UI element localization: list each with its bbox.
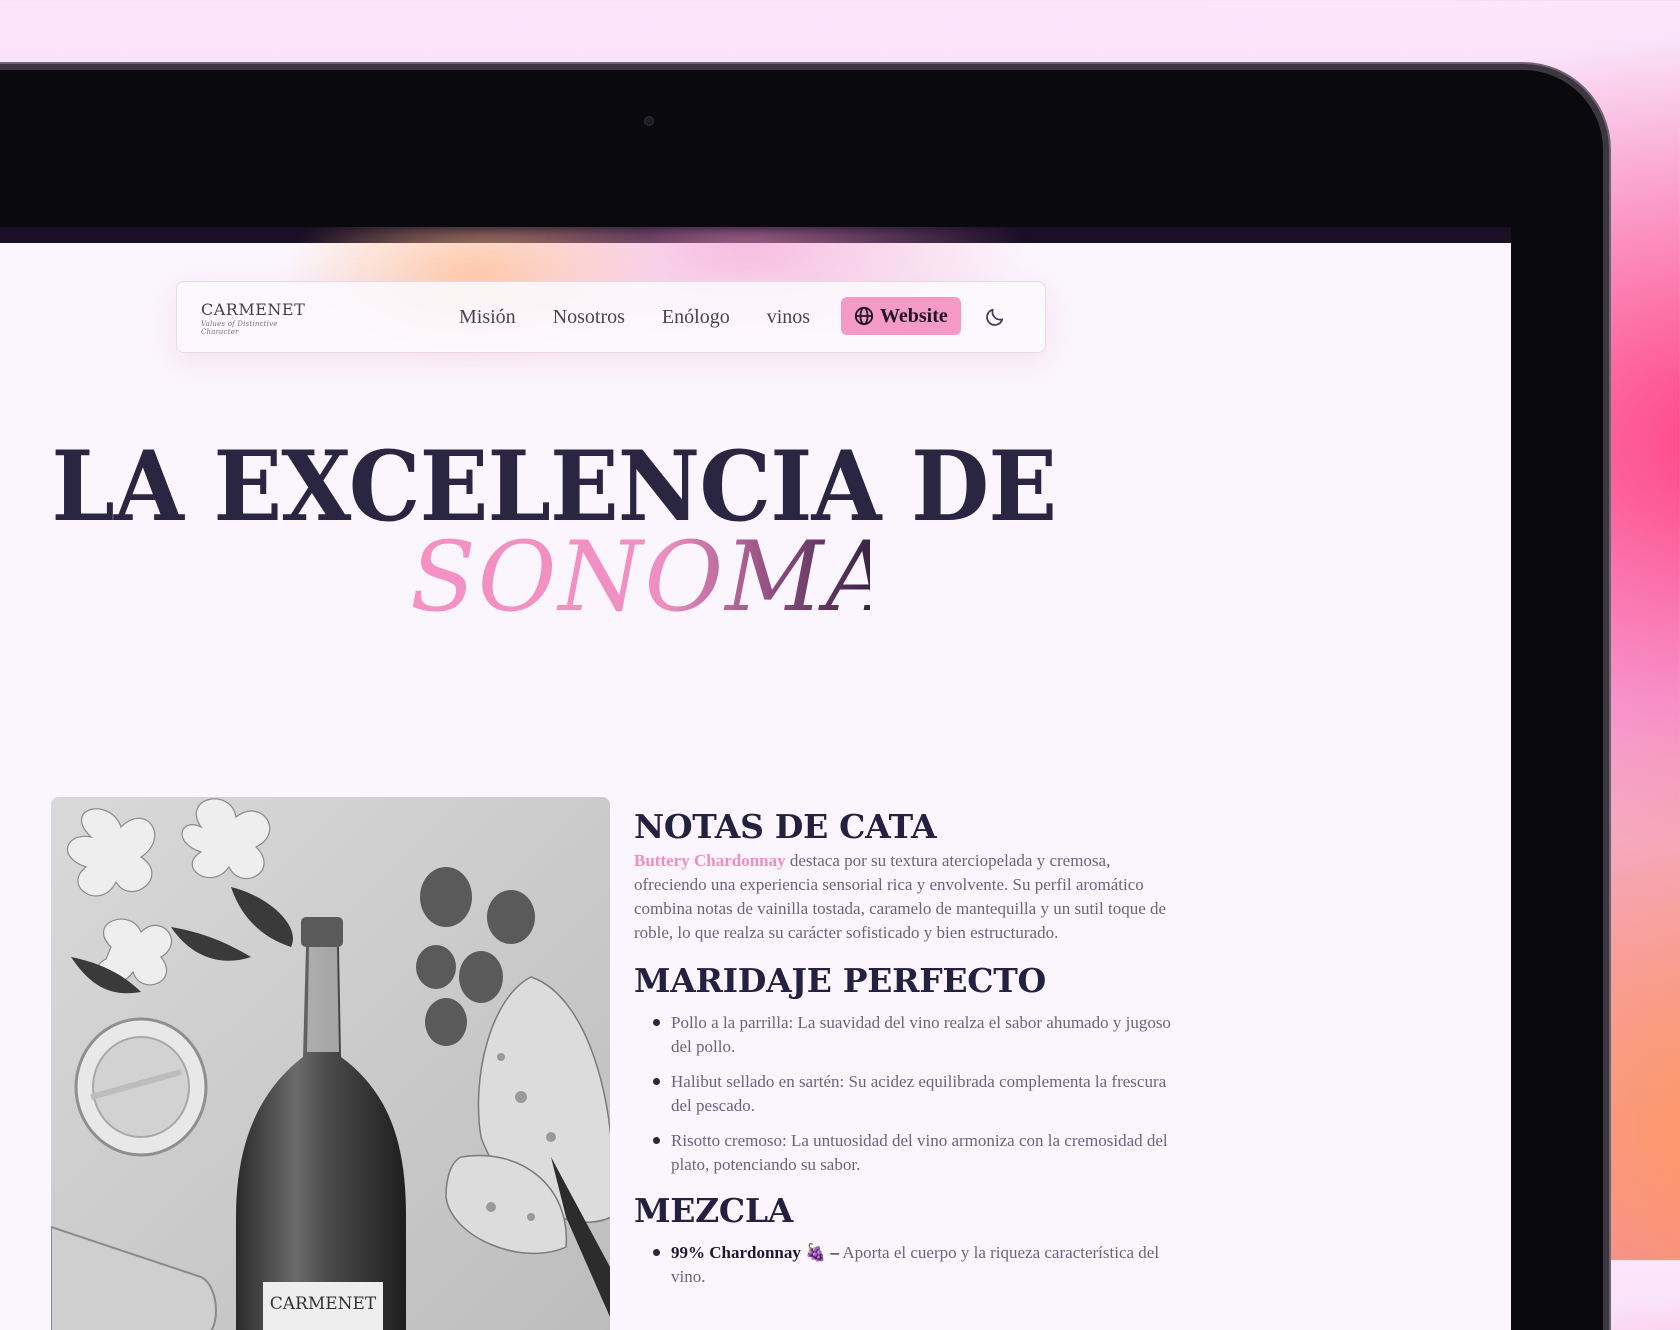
laptop-bezel: CARMENET Values of Distinctive Character… bbox=[0, 70, 1603, 1330]
pairing-list: Pollo a la parrilla: La suavidad del vin… bbox=[634, 1011, 1174, 1177]
list-item: Halibut sellado en sartén: Su acidez equ… bbox=[634, 1070, 1174, 1118]
nav-links: Misión Nosotros Enólogo vinos bbox=[459, 282, 810, 352]
brand-logo[interactable]: CARMENET Values of Distinctive Character bbox=[201, 300, 306, 337]
website-button-label: Website bbox=[880, 304, 948, 327]
globe-icon bbox=[854, 306, 874, 326]
blend-heading: MEZCLA bbox=[634, 1191, 794, 1230]
tasting-paragraph: Buttery Chardonnay destaca por su textur… bbox=[634, 849, 1174, 945]
camera-icon bbox=[644, 116, 654, 126]
wine-still-life-image: CARMENET bbox=[51, 797, 610, 1330]
hero-subtitle-script: SONOMA bbox=[410, 521, 897, 633]
nav-link-nosotros[interactable]: Nosotros bbox=[553, 306, 625, 329]
top-navbar: CARMENET Values of Distinctive Character… bbox=[176, 281, 1046, 353]
wine-details: NOTAS DE CATA Buttery Chardonnay destaca… bbox=[634, 805, 1174, 1301]
browser-viewport[interactable]: CARMENET Values of Distinctive Character… bbox=[0, 227, 1511, 1330]
logo-wordmark: CARMENET bbox=[201, 300, 306, 319]
moon-icon[interactable] bbox=[984, 306, 1006, 328]
blend-grape: 99% Chardonnay 🍇 – bbox=[671, 1243, 840, 1262]
blend-list: 99% Chardonnay 🍇 – Aporta el cuerpo y la… bbox=[634, 1241, 1174, 1289]
nav-link-vinos[interactable]: vinos bbox=[767, 306, 810, 329]
tasting-heading: NOTAS DE CATA bbox=[634, 807, 937, 846]
logo-tagline: Values of Distinctive Character bbox=[201, 320, 278, 336]
bottle-label-text: CARMENET bbox=[270, 1294, 377, 1314]
nav-link-mision[interactable]: Misión bbox=[459, 306, 516, 329]
list-item: Pollo a la parrilla: La suavidad del vin… bbox=[634, 1011, 1174, 1059]
pairing-heading: MARIDAJE PERFECTO bbox=[634, 961, 1046, 1000]
product-photo: CARMENET bbox=[51, 797, 610, 1330]
website-button[interactable]: Website bbox=[841, 297, 961, 335]
nav-link-enologo[interactable]: Enólogo bbox=[662, 306, 730, 329]
wine-name-highlight: Buttery Chardonnay bbox=[634, 851, 786, 870]
list-item: Risotto cremoso: La untuosidad del vino … bbox=[634, 1129, 1174, 1177]
list-item: 99% Chardonnay 🍇 – Aporta el cuerpo y la… bbox=[634, 1241, 1174, 1289]
